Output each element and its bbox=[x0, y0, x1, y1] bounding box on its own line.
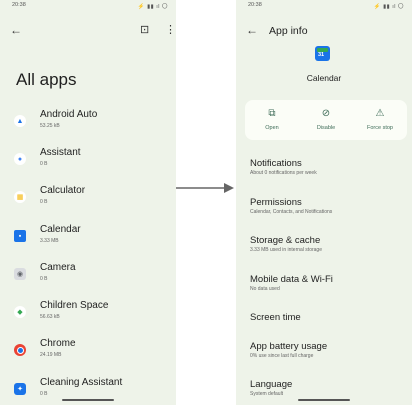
transition-arrow-icon bbox=[176, 183, 234, 193]
app-name: Assistant bbox=[40, 147, 81, 158]
action-bar: ⧉ Open ⊘ Disable ⚠ Force stop bbox=[245, 100, 407, 140]
force-stop-button[interactable]: ⚠ Force stop bbox=[353, 100, 407, 140]
app-size: 53.25 kB bbox=[40, 123, 60, 129]
app-size: 3.33 MB bbox=[40, 238, 59, 244]
setting-subtitle: System default bbox=[250, 391, 284, 397]
status-time: 20:38 bbox=[12, 2, 26, 8]
status-icons: ⚡ ▮▮ ıl 〇 bbox=[137, 4, 168, 10]
more-options-icon[interactable]: ⋮ bbox=[165, 23, 176, 36]
setting-subtitle: 3.33 MB used in internal storage bbox=[250, 247, 322, 253]
all-apps-screen: 20:38 ⚡ ▮▮ ıl 〇 ← ⊡ ⋮ All apps ▲ Android… bbox=[0, 0, 176, 405]
disable-button[interactable]: ⊘ Disable bbox=[299, 100, 353, 140]
gesture-handle[interactable] bbox=[62, 399, 114, 401]
app-info-screen: 20:38 ⚡ ▮▮ ıl 〇 ← App info Calendar ⧉ Op… bbox=[236, 0, 412, 405]
setting-permissions[interactable]: Permissions Calendar, Contacts, and Noti… bbox=[250, 197, 410, 215]
status-icons: ⚡ ▮▮ ıl 〇 bbox=[373, 4, 404, 10]
setting-subtitle: No data used bbox=[250, 286, 280, 292]
setting-title: Notifications bbox=[250, 158, 302, 169]
list-item[interactable]: ▪ Calendar 3.33 MB bbox=[0, 223, 176, 253]
setting-screen-time[interactable]: Screen time bbox=[250, 312, 410, 323]
app-name: Cleaning Assistant bbox=[40, 377, 123, 388]
disable-label: Disable bbox=[316, 125, 336, 131]
page-title: App info bbox=[269, 25, 308, 37]
status-bar: 20:38 ⚡ ▮▮ ıl 〇 bbox=[248, 2, 404, 11]
app-name: Calculator bbox=[40, 185, 86, 196]
app-name: Chrome bbox=[40, 338, 76, 349]
status-bar: 20:38 ⚡ ▮▮ ıl 〇 bbox=[12, 2, 168, 11]
list-item[interactable]: Chrome 24.19 MB bbox=[0, 337, 176, 367]
gesture-handle[interactable] bbox=[298, 399, 350, 401]
list-item[interactable]: ● Assistant 0 B bbox=[0, 146, 176, 176]
setting-title: Mobile data & Wi-Fi bbox=[250, 274, 333, 285]
app-name: Android Auto bbox=[40, 109, 98, 120]
disable-icon: ⊘ bbox=[321, 108, 331, 119]
list-item[interactable]: ▦ Calculator 0 B bbox=[0, 184, 176, 214]
list-item[interactable]: ◉ Camera 0 B bbox=[0, 261, 176, 291]
list-item[interactable]: ◆ Children Space 56.63 kB bbox=[0, 299, 176, 329]
android-auto-icon: ▲ bbox=[14, 115, 26, 127]
setting-title: App battery usage bbox=[250, 341, 328, 352]
calendar-icon bbox=[315, 46, 330, 61]
page-title: All apps bbox=[16, 70, 77, 89]
setting-title: Screen time bbox=[250, 312, 301, 323]
back-arrow-icon[interactable]: ← bbox=[10, 24, 22, 36]
warning-icon: ⚠ bbox=[375, 108, 385, 119]
setting-title: Permissions bbox=[250, 197, 302, 208]
app-name: Calendar bbox=[306, 73, 342, 83]
setting-app-battery-usage[interactable]: App battery usage 0% use since last full… bbox=[250, 341, 410, 359]
app-size: 0 B bbox=[40, 276, 48, 282]
app-size: 56.63 kB bbox=[40, 314, 60, 320]
list-item[interactable]: ▲ Android Auto 53.25 kB bbox=[0, 108, 176, 138]
camera-icon: ◉ bbox=[14, 268, 26, 280]
app-size: 0 B bbox=[40, 391, 48, 397]
setting-subtitle: Calendar, Contacts, and Notifications bbox=[250, 209, 333, 215]
setting-title: Storage & cache bbox=[250, 235, 321, 246]
cleaning-assistant-icon: ✦ bbox=[14, 383, 26, 395]
setting-storage-cache[interactable]: Storage & cache 3.33 MB used in internal… bbox=[250, 235, 410, 253]
setting-language[interactable]: Language System default bbox=[250, 379, 410, 397]
chrome-icon bbox=[14, 344, 26, 356]
setting-mobile-data-wifi[interactable]: Mobile data & Wi-Fi No data used bbox=[250, 274, 410, 292]
setting-title: Language bbox=[250, 379, 293, 390]
status-time: 20:38 bbox=[248, 2, 262, 8]
back-arrow-icon[interactable]: ← bbox=[246, 24, 258, 36]
app-name: Calendar bbox=[40, 224, 81, 235]
setting-subtitle: 0% use since last full charge bbox=[250, 353, 314, 359]
setting-notifications[interactable]: Notifications About 0 notifications per … bbox=[250, 158, 410, 176]
app-name: Camera bbox=[40, 262, 76, 273]
search-settings-icon[interactable]: ⊡ bbox=[140, 23, 149, 36]
app-name: Children Space bbox=[40, 300, 109, 311]
calculator-icon: ▦ bbox=[14, 191, 26, 203]
open-label: Open bbox=[265, 125, 279, 131]
app-size: 0 B bbox=[40, 161, 48, 167]
force-stop-label: Force stop bbox=[367, 125, 393, 131]
open-button[interactable]: ⧉ Open bbox=[245, 100, 299, 140]
app-size: 24.19 MB bbox=[40, 352, 62, 358]
open-icon: ⧉ bbox=[268, 108, 276, 119]
children-space-icon: ◆ bbox=[14, 306, 26, 318]
calendar-icon: ▪ bbox=[14, 230, 26, 242]
setting-subtitle: About 0 notifications per week bbox=[250, 170, 317, 176]
assistant-icon: ● bbox=[14, 153, 26, 165]
app-size: 0 B bbox=[40, 199, 48, 205]
